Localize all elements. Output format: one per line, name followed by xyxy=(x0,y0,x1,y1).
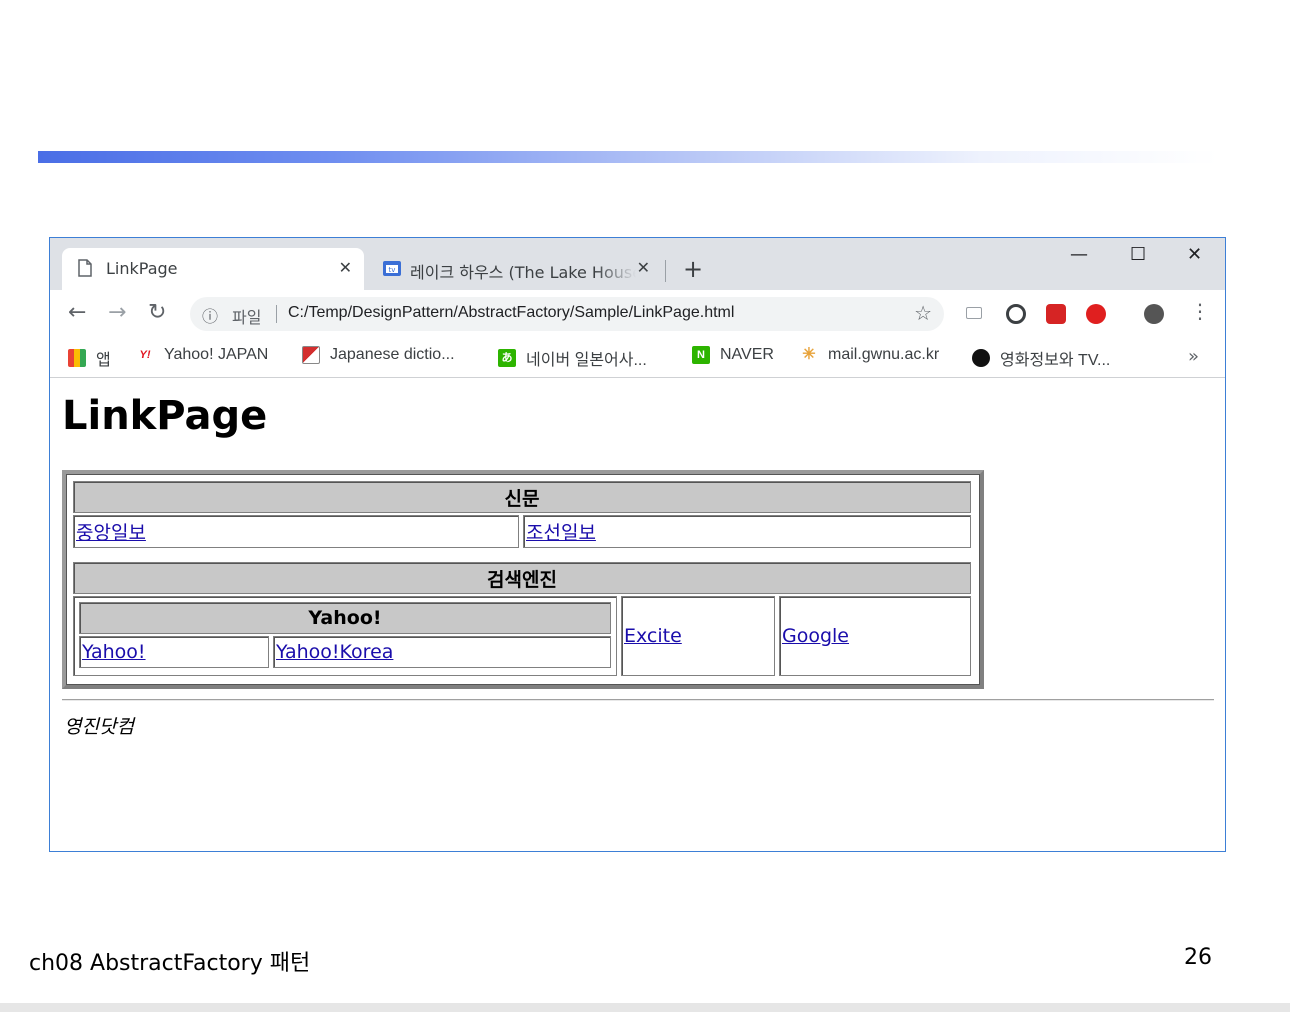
opera-icon[interactable] xyxy=(1086,304,1106,324)
info-icon[interactable]: ⓘ xyxy=(202,303,218,327)
bookmark-label: Yahoo! JAPAN xyxy=(164,346,269,363)
video-downloader-icon[interactable] xyxy=(1046,304,1066,324)
tab-title: LinkPage xyxy=(106,259,178,278)
bookmark-naver[interactable]: N NAVER xyxy=(692,346,774,364)
close-icon[interactable]: ✕ xyxy=(339,258,352,277)
page-content: LinkPage 신문 중앙일보 조선일보 검색엔진 Yahoo! Yahoo!… xyxy=(50,379,1225,851)
bookmark-label: mail.gwnu.ac.kr xyxy=(828,346,940,363)
svg-text:tv: tv xyxy=(389,266,396,274)
naver-jp-icon: あ xyxy=(498,349,516,367)
link-table: 신문 중앙일보 조선일보 검색엔진 Yahoo! Yahoo! Yahoo!Ko… xyxy=(62,470,984,689)
film-reel-icon xyxy=(972,349,990,367)
slide-bottom-strip xyxy=(0,1003,1290,1012)
menu-kebab-icon[interactable]: ⋮ xyxy=(1190,300,1210,322)
bookmark-label: 네이버 일본어사... xyxy=(526,352,647,369)
maximize-icon[interactable]: ☐ xyxy=(1130,244,1146,265)
close-icon[interactable]: ✕ xyxy=(637,258,650,277)
link-joongang[interactable]: 중앙일보 xyxy=(73,515,519,548)
profile-avatar-icon[interactable] xyxy=(1144,304,1164,324)
link-chosun[interactable]: 조선일보 xyxy=(523,515,971,548)
browser-toolbar: ← → ↻ ⓘ 파일 C:/Temp/DesignPattern/Abstrac… xyxy=(50,290,1225,336)
new-tab-plus-icon[interactable]: + xyxy=(683,256,703,282)
page-address: 영진닷컴 xyxy=(64,716,134,738)
tab-title: 레이크 하우스 (The Lake House) xyxy=(410,263,636,282)
tab-strip: LinkPage ✕ tv 레이크 하우스 (The Lake House) ✕… xyxy=(50,238,1225,290)
bookmark-naver-japanese[interactable]: あ 네이버 일본어사... xyxy=(498,346,647,370)
tab-separator xyxy=(665,260,666,282)
dictionary-icon xyxy=(302,346,320,364)
bookmark-label: 영화정보와 TV... xyxy=(1000,352,1111,369)
bookmark-japanese-dictionary[interactable]: Japanese dictio... xyxy=(302,346,455,364)
tab-lake-house[interactable]: tv 레이크 하우스 (The Lake House) ✕ xyxy=(366,248,662,290)
omnibox-separator xyxy=(276,305,277,323)
bookmark-apps[interactable]: 앱 xyxy=(68,346,111,370)
bookmark-label: 앱 xyxy=(96,352,111,369)
bookmark-yahoo-japan[interactable]: Y! Yahoo! JAPAN xyxy=(136,346,268,364)
close-window-icon[interactable]: ✕ xyxy=(1187,244,1202,265)
link-yahoo[interactable]: Yahoo! xyxy=(79,636,269,668)
naver-icon: N xyxy=(692,346,710,364)
slide-accent-bar xyxy=(38,151,1218,163)
back-arrow-icon[interactable]: ← xyxy=(68,302,86,324)
tv-icon: tv xyxy=(382,259,402,281)
slide-page-number: 26 xyxy=(1184,945,1212,970)
apps-grid-icon xyxy=(68,349,86,367)
yahoo-header: Yahoo! xyxy=(79,602,611,634)
link-yahoo-korea[interactable]: Yahoo!Korea xyxy=(273,636,611,668)
block-icon[interactable] xyxy=(1006,304,1026,324)
bookmark-movie-info[interactable]: 영화정보와 TV... xyxy=(972,346,1110,370)
bookmarks-overflow-icon[interactable]: » xyxy=(1188,346,1199,367)
link-excite[interactable]: Excite xyxy=(621,596,775,676)
search-engine-header: 검색엔진 xyxy=(73,562,971,594)
slide-footer-title: ch08 AbstractFactory 패턴 xyxy=(29,951,311,976)
link-google[interactable]: Google xyxy=(779,596,971,676)
bookmark-mail-gwnu[interactable]: ✳ mail.gwnu.ac.kr xyxy=(800,346,939,364)
bookmark-label: NAVER xyxy=(720,346,774,363)
address-bar[interactable]: ⓘ 파일 C:/Temp/DesignPattern/AbstractFacto… xyxy=(190,297,944,331)
bookmark-label: Japanese dictio... xyxy=(330,346,455,363)
file-scheme-label: 파일 xyxy=(232,308,262,327)
mail-icon: ✳ xyxy=(800,346,818,364)
yahoo-icon: Y! xyxy=(136,346,154,364)
tab-linkpage[interactable]: LinkPage ✕ xyxy=(62,248,364,290)
bookmarks-bar: 앱 Y! Yahoo! JAPAN Japanese dictio... あ 네… xyxy=(50,336,1225,378)
yahoo-group: Yahoo! Yahoo! Yahoo!Korea xyxy=(73,596,617,676)
document-icon xyxy=(78,259,92,281)
cast-icon[interactable] xyxy=(966,307,982,319)
minimize-icon[interactable]: — xyxy=(1070,244,1088,265)
url-text[interactable]: C:/Temp/DesignPattern/AbstractFactory/Sa… xyxy=(288,304,734,322)
forward-arrow-icon[interactable]: → xyxy=(108,302,126,324)
browser-window: LinkPage ✕ tv 레이크 하우스 (The Lake House) ✕… xyxy=(49,237,1226,852)
page-title: LinkPage xyxy=(62,393,268,439)
newspaper-header: 신문 xyxy=(73,481,971,513)
horizontal-rule xyxy=(62,699,1214,701)
bookmark-star-icon[interactable]: ☆ xyxy=(914,301,932,325)
reload-icon[interactable]: ↻ xyxy=(148,302,166,324)
